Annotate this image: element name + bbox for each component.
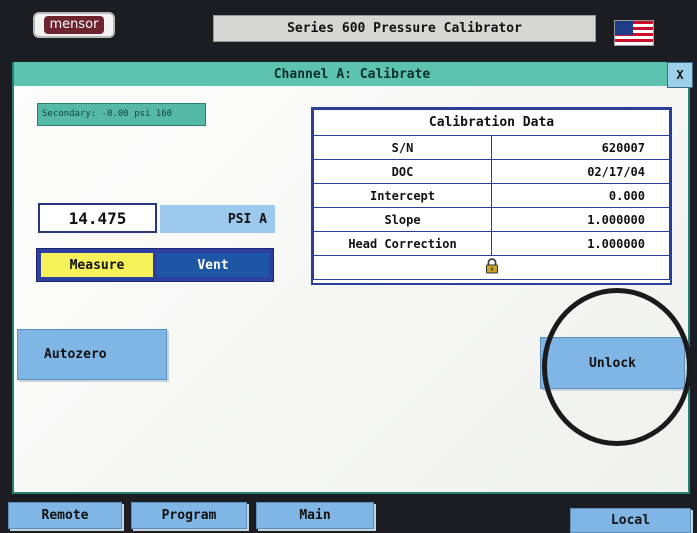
local-button[interactable]: Local (570, 508, 691, 533)
table-row: Slope 1.000000 (313, 207, 670, 232)
row-label: S/N (313, 135, 492, 160)
row-value: 1.000000 (491, 231, 670, 256)
table-row: Intercept 0.000 (313, 183, 670, 208)
flag-canton (615, 21, 633, 35)
units-button[interactable]: PSI A (160, 205, 275, 233)
row-label: DOC (313, 159, 492, 184)
program-button[interactable]: Program (131, 502, 247, 529)
table-row: Head Correction 1.000000 (313, 231, 670, 256)
autozero-button[interactable]: Autozero (17, 329, 167, 380)
row-value: 620007 (491, 135, 670, 160)
app-title: Series 600 Pressure Calibrator (213, 15, 596, 42)
lock-row (313, 255, 670, 280)
pressure-reading: 14.475 (38, 203, 157, 233)
padlock-icon (485, 258, 499, 277)
remote-button[interactable]: Remote (8, 502, 122, 529)
row-label: Intercept (313, 183, 492, 208)
table-row: S/N 620007 (313, 135, 670, 160)
row-label: Slope (313, 207, 492, 232)
close-button[interactable]: X (667, 62, 693, 88)
unlock-button[interactable]: Unlock (540, 337, 685, 389)
calibration-table: Calibration Data S/N 620007 DOC 02/17/04… (311, 107, 672, 285)
row-value: 02/17/04 (491, 159, 670, 184)
measure-button[interactable]: Measure (41, 253, 153, 277)
row-value: 1.000000 (491, 207, 670, 232)
row-value: 0.000 (491, 183, 670, 208)
channel-title: Channel A: Calibrate (14, 62, 690, 86)
mensor-logo: mensor (33, 12, 115, 38)
us-flag-icon[interactable] (614, 20, 654, 46)
table-row: DOC 02/17/04 (313, 159, 670, 184)
row-label: Head Correction (313, 231, 492, 256)
vent-button[interactable]: Vent (157, 253, 269, 277)
lock-cell (313, 255, 670, 280)
calibration-title: Calibration Data (313, 109, 670, 136)
main-button[interactable]: Main (256, 502, 374, 529)
mode-selector: Measure Vent (36, 248, 274, 282)
logo-text: mensor (43, 16, 105, 34)
secondary-readout: Secondary: -0.00 psi 160 (37, 103, 206, 126)
